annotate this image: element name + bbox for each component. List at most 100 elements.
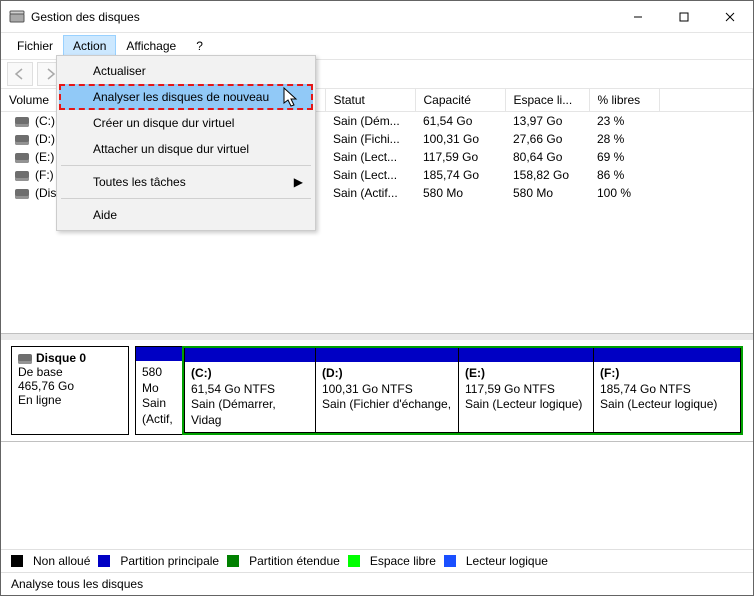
swatch-logical <box>444 555 456 567</box>
partition-letter: (F:) <box>600 366 619 380</box>
graphical-view[interactable]: Disque 0 De base 465,76 Go En ligne 580 … <box>1 334 753 442</box>
empty-area <box>1 442 753 549</box>
cell-libre: 158,82 Go <box>505 166 589 184</box>
disk-state: En ligne <box>18 393 122 407</box>
col-pct[interactable]: % libres <box>589 89 659 112</box>
partition[interactable]: (D:) 100,31 Go NTFS Sain (Fichier d'écha… <box>315 348 459 433</box>
menu-item-refresh[interactable]: Actualiser <box>59 58 313 84</box>
menu-separator <box>61 165 311 166</box>
partition-status: Sain (Lecteur logique) <box>600 397 734 413</box>
partition-size: 580 Mo <box>142 365 176 396</box>
partition-header <box>136 347 182 361</box>
titlebar: Gestion des disques <box>1 1 753 33</box>
cell-statut: Sain (Lect... <box>325 148 415 166</box>
submenu-arrow-icon: ▶ <box>294 175 303 189</box>
partition-letter: (D:) <box>322 366 343 380</box>
swatch-unallocated <box>11 555 23 567</box>
partition-map: 580 Mo Sain (Actif, (C:) 61,54 Go NTFS S… <box>135 346 743 435</box>
cell-statut: Sain (Actif... <box>325 184 415 202</box>
menu-item-label: Toutes les tâches <box>93 175 186 189</box>
menu-help[interactable]: ? <box>186 35 213 57</box>
disk-icon <box>18 354 32 364</box>
window-controls <box>615 2 753 32</box>
col-statut[interactable]: Statut <box>325 89 415 112</box>
disk-label[interactable]: Disque 0 De base 465,76 Go En ligne <box>11 346 129 435</box>
close-button[interactable] <box>707 2 753 32</box>
statusbar: Analyse tous les disques <box>1 573 753 595</box>
partition-letter: (C:) <box>191 366 212 380</box>
partition[interactable]: (E:) 117,59 Go NTFS Sain (Lecteur logiqu… <box>458 348 594 433</box>
partition-size: 185,74 Go NTFS <box>600 382 734 398</box>
cell-libre: 27,66 Go <box>505 130 589 148</box>
cell-cap: 185,74 Go <box>415 166 505 184</box>
menu-affichage[interactable]: Affichage <box>116 35 186 57</box>
cell-statut: Sain (Dém... <box>325 112 415 131</box>
partition-status: Sain (Lecteur logique) <box>465 397 587 413</box>
partition-header <box>185 348 315 362</box>
partition-status: Sain (Fichier d'échange, <box>322 397 452 413</box>
cell-pct: 100 % <box>589 184 659 202</box>
disk-type: De base <box>18 365 122 379</box>
disk-name: Disque 0 <box>36 351 86 365</box>
legend-label: Lecteur logique <box>466 554 548 568</box>
cell-volume: (C:) <box>35 114 55 128</box>
volume-icon <box>15 153 29 163</box>
window: Gestion des disques Fichier Action Affic… <box>0 0 754 596</box>
legend: Non alloué Partition principale Partitio… <box>1 549 753 573</box>
cell-cap: 61,54 Go <box>415 112 505 131</box>
partition[interactable]: (C:) 61,54 Go NTFS Sain (Démarrer, Vidag <box>184 348 316 433</box>
cell-pct: 23 % <box>589 112 659 131</box>
cell-volume: (F:) <box>35 168 54 182</box>
back-button[interactable] <box>7 62 33 86</box>
partition-size: 100,31 Go NTFS <box>322 382 452 398</box>
cell-cap: 100,31 Go <box>415 130 505 148</box>
partition-header <box>459 348 593 362</box>
legend-label: Partition principale <box>120 554 219 568</box>
menu-item-attach-vhd[interactable]: Attacher un disque dur virtuel <box>59 136 313 162</box>
legend-label: Espace libre <box>370 554 436 568</box>
menu-item-help[interactable]: Aide <box>59 202 313 228</box>
app-icon <box>9 9 25 25</box>
volume-icon <box>15 117 29 127</box>
menu-fichier[interactable]: Fichier <box>7 35 63 57</box>
swatch-free <box>348 555 360 567</box>
minimize-button[interactable] <box>615 2 661 32</box>
partition-status: Sain (Démarrer, Vidag <box>191 397 309 428</box>
partition-size: 117,59 Go NTFS <box>465 382 587 398</box>
cell-volume: (E:) <box>35 150 54 164</box>
cell-pct: 86 % <box>589 166 659 184</box>
swatch-primary <box>98 555 110 567</box>
legend-label: Partition étendue <box>249 554 340 568</box>
cell-pct: 28 % <box>589 130 659 148</box>
action-menu: Actualiser Analyser les disques de nouve… <box>56 55 316 231</box>
window-title: Gestion des disques <box>31 10 615 24</box>
partition-letter: (E:) <box>465 366 485 380</box>
col-filler[interactable] <box>659 89 753 112</box>
cell-statut: Sain (Lect... <box>325 166 415 184</box>
legend-label: Non alloué <box>33 554 90 568</box>
partition-header <box>316 348 458 362</box>
mouse-cursor-icon <box>283 87 301 109</box>
cell-cap: 117,59 Go <box>415 148 505 166</box>
partition[interactable]: 580 Mo Sain (Actif, <box>135 346 183 435</box>
cell-volume: (D:) <box>35 132 55 146</box>
volume-icon <box>15 171 29 181</box>
partition[interactable]: (F:) 185,74 Go NTFS Sain (Lecteur logiqu… <box>593 348 741 433</box>
disk-size: 465,76 Go <box>18 379 122 393</box>
volume-icon <box>15 189 29 199</box>
menu-action[interactable]: Action <box>63 35 116 57</box>
menu-item-rescan-disks[interactable]: Analyser les disques de nouveau <box>59 84 313 110</box>
partition-status: Sain (Actif, <box>142 396 176 427</box>
col-libre[interactable]: Espace li... <box>505 89 589 112</box>
cell-libre: 13,97 Go <box>505 112 589 131</box>
maximize-button[interactable] <box>661 2 707 32</box>
cell-pct: 69 % <box>589 148 659 166</box>
volume-icon <box>15 135 29 145</box>
cell-libre: 580 Mo <box>505 184 589 202</box>
menu-item-create-vhd[interactable]: Créer un disque dur virtuel <box>59 110 313 136</box>
menu-separator <box>61 198 311 199</box>
cell-cap: 580 Mo <box>415 184 505 202</box>
col-capacite[interactable]: Capacité <box>415 89 505 112</box>
menu-item-all-tasks[interactable]: Toutes les tâches ▶ <box>59 169 313 195</box>
extended-partition-group: (C:) 61,54 Go NTFS Sain (Démarrer, Vidag… <box>182 346 743 435</box>
